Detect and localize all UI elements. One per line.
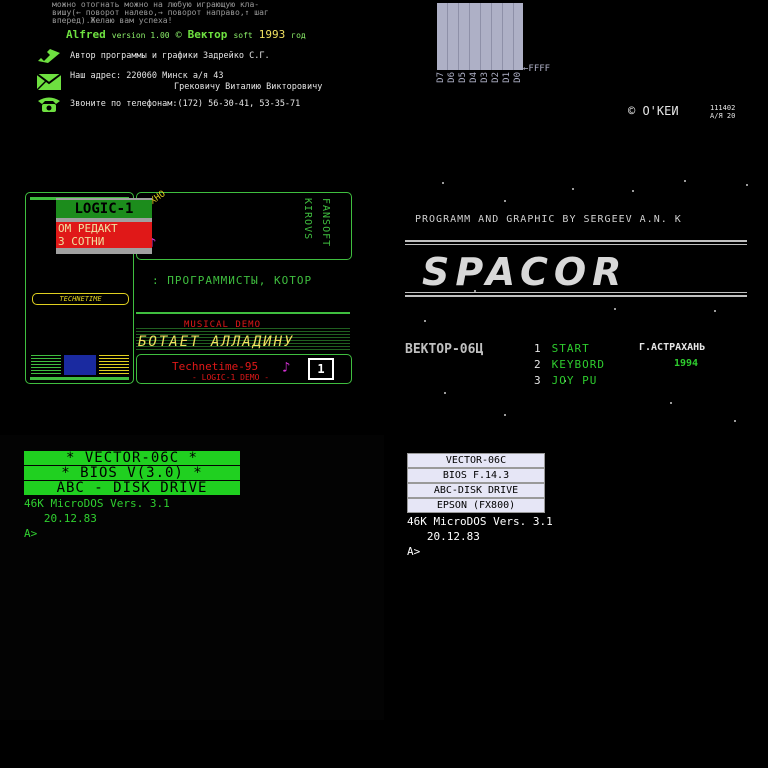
menu-number: 1 bbox=[534, 342, 542, 355]
bus-label-d1: D1 bbox=[502, 72, 512, 83]
command-prompt[interactable]: A> bbox=[24, 527, 37, 541]
bus-label-d0: D0 bbox=[513, 72, 523, 83]
menu-label: KEYBORD bbox=[551, 358, 605, 371]
white-boot-screen: VECTOR-06C BIOS F.14.3 ABC-DISK DRIVE EP… bbox=[384, 435, 768, 768]
spacor-title-screen: PROGRAMM AND GRAPHIC BY SERGEEV A.N. K S… bbox=[384, 170, 768, 435]
boot-banner-vector: * VECTOR-06C * bbox=[24, 451, 240, 465]
menu-item-keyboard[interactable]: 2 KEYBORD bbox=[534, 358, 605, 371]
boot-banner-disk: ABC-DISK DRIVE bbox=[407, 483, 545, 498]
okei-copyright: © О'КЕИ bbox=[628, 104, 679, 118]
menu-number: 2 bbox=[534, 358, 542, 371]
author-text: Автор программы и графики Задрейко С.Г. bbox=[70, 50, 270, 61]
kirovs-label: KIROVS bbox=[302, 198, 313, 241]
telephone-icon bbox=[38, 97, 60, 112]
equalizer-bar-2 bbox=[64, 355, 96, 375]
bus-label-d6: D6 bbox=[447, 72, 457, 83]
menu-label: JOY PU bbox=[551, 374, 598, 387]
phone-row: Звоните по телефонам:(172) 56-30-41, 53-… bbox=[36, 95, 300, 113]
okei-code-line-1: 111402 bbox=[710, 104, 736, 112]
year-label: 1994 bbox=[674, 358, 699, 369]
bus-label-d4: D4 bbox=[469, 72, 479, 83]
year-suffix: год bbox=[291, 31, 306, 40]
badge-one: 1 bbox=[308, 358, 334, 380]
envelope-icon bbox=[36, 73, 62, 91]
logic-demo-label: - LOGIC-1 DEMO - bbox=[192, 373, 270, 382]
data-bus-screen: D7 D6 D5 D4 D3 D2 D1 D0 ←FFFF © О'КЕИ 11… bbox=[384, 0, 768, 170]
logic-screen-line-1: ОМ РЕДАКТ bbox=[58, 222, 118, 235]
logic-screen-line-2: З СОТНИ bbox=[58, 235, 105, 248]
release-year: 1993 bbox=[258, 28, 286, 41]
instructions-line-3: вперед).Желаю вам успеха! bbox=[52, 16, 173, 25]
boot-banner-printer: EPSON (FX800) bbox=[407, 498, 545, 513]
address-line-1: Наш адрес: 220060 Минск а/я 43 bbox=[70, 71, 224, 81]
vektor-brand: Вектор bbox=[187, 28, 228, 41]
bus-label-d3: D3 bbox=[480, 72, 490, 83]
okei-code-line-2: А/Я 20 bbox=[710, 112, 736, 120]
logic-demo-screen: TECHNETIME TEXHO ♪ LOGIC-1 ОМ РЕДАКТ З С… bbox=[0, 170, 384, 435]
author-row: Автор программы и графики Задрейко С.Г. bbox=[36, 47, 270, 65]
bus-label-d2: D2 bbox=[491, 72, 501, 83]
technetime-label: Technetime-95 bbox=[172, 360, 259, 373]
bus-label-d7: D7 bbox=[436, 72, 446, 83]
game-title: SPACOR bbox=[422, 250, 628, 294]
logic-screen: ОМ РЕДАКТ З СОТНИ bbox=[56, 222, 152, 248]
boot-banner-vector: VECTOR-06C bbox=[407, 453, 545, 468]
dos-version: 46K MicroDOS Vers. 3.1 bbox=[407, 515, 553, 528]
address-line-2: Грековичу Виталию Викторовичу bbox=[174, 82, 323, 92]
menu-item-start[interactable]: 1 START bbox=[534, 342, 590, 355]
alfred-title: Alfred bbox=[66, 28, 106, 41]
scroll-text: : ПРОГРАММИСТЫ, КОТОР bbox=[152, 274, 313, 287]
green-boot-screen: * VECTOR-06C * * BIOS V(3.0) * ABC - DIS… bbox=[0, 435, 384, 720]
copyright-sign: © bbox=[175, 30, 182, 41]
okei-code: 111402 А/Я 20 bbox=[710, 104, 735, 120]
fansoft-label: FANSOFT bbox=[320, 198, 331, 248]
equalizer-bar-3 bbox=[99, 355, 129, 375]
alfred-title-line: Alfred version 1.00 © Вектор soft 1993 г… bbox=[66, 28, 306, 41]
phone-text: Звоните по телефонам:(172) 56-30-41, 53-… bbox=[70, 98, 301, 109]
zabot-scroll: БОТАЕТ АЛЛАДИНУ bbox=[138, 334, 295, 350]
logic-title: LOGIC-1 bbox=[56, 200, 152, 218]
address-row: Наш адрес: 220060 Минск а/я 43 Грековичу… bbox=[36, 71, 322, 93]
version-label: version 1.00 bbox=[111, 31, 170, 40]
alfred-info-screen: можно отогнать можно на любую играющую к… bbox=[0, 0, 384, 170]
technetime-badge: TECHNETIME bbox=[32, 293, 129, 305]
credits-line: PROGRAMM AND GRAPHIC BY SERGEEV A.N. K bbox=[415, 214, 682, 225]
dos-version: 46K MicroDOS Vers. 3.1 bbox=[24, 497, 170, 510]
address-block: Наш адрес: 220060 Минск а/я 43 Грековичу… bbox=[70, 71, 322, 93]
dos-date: 20.12.83 bbox=[407, 530, 480, 543]
boot-banner-bios: * BIOS V(3.0) * bbox=[24, 466, 240, 480]
ffff-pointer: ←FFFF bbox=[523, 64, 551, 74]
vektor-logo: ВЕКТОР-06Ц bbox=[405, 342, 484, 357]
equalizer-bar-1 bbox=[31, 355, 61, 375]
boot-banner-bios: BIOS F.14.3 bbox=[407, 468, 545, 483]
pencil-icon bbox=[38, 49, 60, 63]
dos-date: 20.12.83 bbox=[24, 512, 97, 525]
boot-banner-disk: ABC - DISK DRIVE bbox=[24, 481, 240, 495]
bus-label-d5: D5 bbox=[458, 72, 468, 83]
command-prompt[interactable]: A> bbox=[407, 544, 420, 559]
menu-label: START bbox=[551, 342, 590, 355]
menu-number: 3 bbox=[534, 374, 542, 387]
soft-label: soft bbox=[233, 31, 253, 40]
city-label: Г.АСТРАХАНЬ bbox=[639, 342, 706, 353]
menu-item-joystick[interactable]: 3 JOY PU bbox=[534, 374, 597, 387]
music-note-icon: ♪ bbox=[282, 360, 291, 376]
